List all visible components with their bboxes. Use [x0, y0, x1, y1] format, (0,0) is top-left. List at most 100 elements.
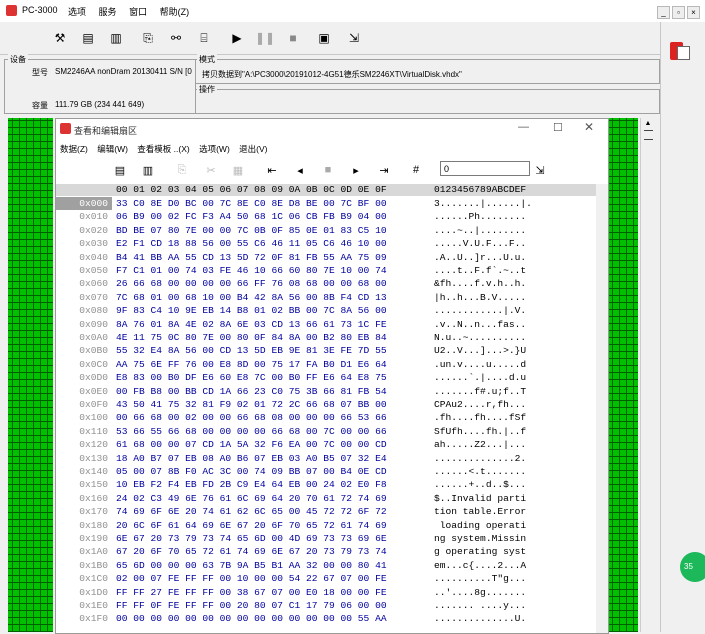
restore-button[interactable]: ▫ [672, 6, 685, 19]
play-icon[interactable]: ▶ [229, 30, 245, 46]
hex-row-bytes[interactable]: FF FF 0F FE FF FF 00 20 80 07 C1 17 79 0… [116, 599, 387, 612]
sub-menu-template[interactable]: 查看模板 ..(X) [137, 144, 189, 154]
hex-row-ascii[interactable]: .A..U..]r...U.u. [434, 251, 526, 264]
hex-row[interactable]: 0x1A0 67 20 6F 70 65 72 61 74 69 6E 67 20… [56, 545, 608, 559]
hex-row-ascii[interactable]: .....V.U.F...F.. [434, 237, 526, 250]
hex-row-ascii[interactable]: SfUfh....fh.|..f [434, 425, 526, 438]
hex-row-ascii[interactable]: 3.......|......|. [434, 197, 532, 210]
hex-row[interactable]: 0x1D0 FF FF 27 FE FF FF 00 38 67 07 00 E0… [56, 585, 608, 599]
last-sector-icon[interactable]: ⇥ [376, 162, 392, 178]
hex-row-bytes[interactable]: 9F 83 C4 10 9E EB 14 B8 01 02 BB 00 7C 8… [116, 304, 387, 317]
hex-scrollbar[interactable] [596, 184, 608, 633]
hex-row-ascii[interactable]: ....t..F.f`.~..t [434, 264, 526, 277]
hex-row-ascii[interactable]: ..........T"g... [434, 572, 526, 585]
save-icon[interactable]: ▤ [112, 162, 128, 178]
hex-row[interactable]: 0x160 24 02 C3 49 6E 76 61 6C 69 64 20 70… [56, 491, 608, 505]
hex-row-bytes[interactable]: 74 69 6F 6E 20 74 61 62 6C 65 00 45 72 7… [116, 505, 387, 518]
hex-row-ascii[interactable]: .......f#.u;f..T [434, 385, 526, 398]
hex-row-ascii[interactable]: U2..V...]...>.}U [434, 344, 526, 357]
hex-row[interactable]: 0x0C0 AA 75 6E FF 76 00 E8 8D 00 75 17 FA… [56, 357, 608, 371]
hex-row[interactable]: 0x040 B4 41 BB AA 55 CD 13 5D 72 0F 81 FB… [56, 250, 608, 264]
hex-row-bytes[interactable]: 02 00 07 FE FF FF 00 10 00 00 54 22 67 0… [116, 572, 387, 585]
hex-row-bytes[interactable]: 06 B9 00 02 FC F3 A4 50 68 1C 06 CB FB B… [116, 210, 387, 223]
hex-row-bytes[interactable]: AA 75 6E FF 76 00 E8 8D 00 75 17 FA B0 D… [116, 358, 387, 371]
sub-minimize-button[interactable]: — [518, 121, 529, 133]
menu-services[interactable]: 服务 [99, 7, 117, 17]
stop-icon[interactable]: ■ [285, 30, 301, 46]
hex-row-ascii[interactable]: ....~..|........ [434, 224, 526, 237]
hex-row-ascii[interactable]: .fh....fh....fSf [434, 411, 526, 424]
hex-row-bytes[interactable]: 61 68 00 00 07 CD 1A 5A 32 F6 EA 00 7C 0… [116, 438, 387, 451]
next-sector-icon[interactable]: ▸ [348, 162, 364, 178]
hex-row[interactable]: 0x0A0 4E 11 75 0C 80 7E 00 80 0F 84 8A 00… [56, 331, 608, 344]
goto-sector-icon[interactable]: # [408, 162, 424, 178]
hex-row-bytes[interactable]: 8A 76 01 8A 4E 02 8A 6E 03 CD 13 66 61 7… [116, 318, 387, 331]
hex-row[interactable]: 0x170 74 69 6F 6E 20 74 61 62 6C 65 00 45… [56, 505, 608, 519]
hex-row-bytes[interactable]: 6E 67 20 73 79 73 74 65 6D 00 4D 69 73 7… [116, 532, 387, 545]
hex-row-bytes[interactable]: 7C 68 01 00 68 10 00 B4 42 8A 56 00 8B F… [116, 291, 387, 304]
prev-sector-icon[interactable]: ◂ [292, 162, 308, 178]
hex-row[interactable]: 0x070 7C 68 01 00 68 10 00 B4 42 8A 56 00… [56, 290, 608, 304]
hex-row[interactable]: 0x130 18 A0 B7 07 EB 08 A0 B6 07 EB 03 A0… [56, 451, 608, 465]
sub-menu-edit[interactable]: 编辑(W) [97, 144, 128, 154]
hex-row-bytes[interactable]: 10 EB F2 F4 EB FD 2B C9 E4 64 EB 00 24 0… [116, 478, 387, 491]
hex-row-ascii[interactable]: N.u..~.......... [434, 331, 526, 344]
hex-row-bytes[interactable]: 00 66 68 00 02 00 00 66 68 08 00 00 00 6… [116, 411, 387, 424]
hex-row-ascii[interactable]: ......`.|....d.u [434, 371, 526, 384]
folder-icon[interactable]: ⌸ [196, 30, 212, 46]
first-sector-icon[interactable]: ⇤ [264, 162, 280, 178]
log-icon[interactable]: ▣ [316, 30, 332, 46]
hex-row-ascii[interactable]: em...c{....2...A [434, 559, 526, 572]
hex-row[interactable]: 0x1C0 02 00 07 FE FF FF 00 10 00 00 54 22… [56, 572, 608, 586]
hex-row-ascii[interactable]: ng system.Missin [434, 532, 526, 545]
menu-options[interactable]: 选项 [68, 7, 86, 17]
hex-row[interactable]: 0x000 33 C0 8E D0 BC 00 7C 8E C0 8E D8 BE… [56, 197, 608, 210]
hex-row-ascii[interactable]: |h..h...B.V..... [434, 291, 526, 304]
hex-row-bytes[interactable]: 05 00 07 8B F0 AC 3C 00 74 09 BB 07 00 B… [116, 465, 387, 478]
hex-row-ascii[interactable]: ....... ....y... [434, 599, 526, 612]
hex-row[interactable]: 0x180 20 6C 6F 61 64 69 6E 67 20 6F 70 65… [56, 518, 608, 532]
hex-row-ascii[interactable]: ......+..d..$... [434, 478, 526, 491]
hex-row-bytes[interactable]: 26 66 68 00 00 00 00 66 FF 76 08 68 00 0… [116, 277, 387, 290]
breakpoint-icon[interactable]: ⇲ [346, 30, 362, 46]
hex-row[interactable]: 0x1B0 65 6D 00 00 00 63 7B 9A B5 B1 AA 32… [56, 558, 608, 572]
cut-icon[interactable]: ✂ [203, 162, 219, 178]
hex-row-ascii[interactable]: ......<.t....... [434, 465, 526, 478]
hex-row[interactable]: 0x010 06 B9 00 02 FC F3 A4 50 68 1C 06 CB… [56, 210, 608, 224]
hex-row-bytes[interactable]: BD BE 07 80 7E 00 00 7C 0B 0F 85 0E 01 8… [116, 224, 387, 237]
copy-icon[interactable]: ⎘ [174, 162, 190, 178]
hex-row-bytes[interactable]: 43 50 41 75 32 81 F9 02 01 72 2C 66 68 0… [116, 398, 387, 411]
hex-row-ascii[interactable]: $..Invalid parti [434, 492, 526, 505]
hex-row-bytes[interactable]: E2 F1 CD 18 88 56 00 55 C6 46 11 05 C6 4… [116, 237, 387, 250]
hex-row[interactable]: 0x0D0 E8 83 00 B0 DF E6 60 E8 7C 00 B0 FF… [56, 371, 608, 385]
hex-row[interactable]: 0x090 8A 76 01 8A 4E 02 8A 6E 03 CD 13 66… [56, 317, 608, 331]
hex-row-ascii[interactable]: ......Ph........ [434, 210, 526, 223]
save-as-icon[interactable]: ▥ [140, 162, 156, 178]
hex-row-bytes[interactable]: 24 02 C3 49 6E 76 61 6C 69 64 20 70 61 7… [116, 492, 387, 505]
hex-row-ascii[interactable]: ............|.V. [434, 304, 526, 317]
sub-menu-exit[interactable]: 退出(V) [239, 144, 267, 154]
edit-sector-icon[interactable]: ▥ [108, 30, 124, 46]
sub-close-button[interactable]: ✕ [584, 120, 594, 134]
hex-row-ascii[interactable]: .v..N..n...fas.. [434, 318, 526, 331]
hex-row-ascii[interactable]: ah.....Z2...|... [434, 438, 526, 451]
paste-icon[interactable]: ▦ [230, 162, 246, 178]
floating-badge-icon[interactable]: 35 [680, 552, 705, 582]
sub-menu-data[interactable]: 数据(Z) [60, 144, 88, 154]
hex-row[interactable]: 0x050 F7 C1 01 00 74 03 FE 46 10 66 60 80… [56, 264, 608, 277]
sub-maximize-button[interactable]: ☐ [553, 121, 563, 134]
hex-row-bytes[interactable]: F7 C1 01 00 74 03 FE 46 10 66 60 80 7E 1… [116, 264, 387, 277]
pause-icon[interactable]: ❚❚ [255, 30, 275, 46]
hex-row-ascii[interactable]: CPAu2....r,fh... [434, 398, 526, 411]
sector-number-input[interactable] [440, 161, 530, 176]
hex-row-bytes[interactable]: 65 6D 00 00 00 63 7B 9A B5 B1 AA 32 00 0… [116, 559, 387, 572]
hex-row-bytes[interactable]: 4E 11 75 0C 80 7E 00 80 0F 84 8A 00 B2 8… [116, 331, 387, 344]
close-button[interactable]: × [687, 6, 700, 19]
hex-row[interactable]: 0x0F0 43 50 41 75 32 81 F9 02 01 72 2C 66… [56, 398, 608, 411]
hex-row-bytes[interactable]: 20 6C 6F 61 64 69 6E 67 20 6F 70 65 72 6… [116, 519, 387, 532]
stop-icon[interactable]: ■ [320, 162, 336, 178]
minimize-button[interactable]: _ [657, 6, 670, 19]
hex-row-ascii[interactable]: ..............2. [434, 452, 526, 465]
main-scrollbar[interactable]: ▲ [640, 118, 655, 632]
copy-icon[interactable]: ⎘ [140, 30, 156, 46]
